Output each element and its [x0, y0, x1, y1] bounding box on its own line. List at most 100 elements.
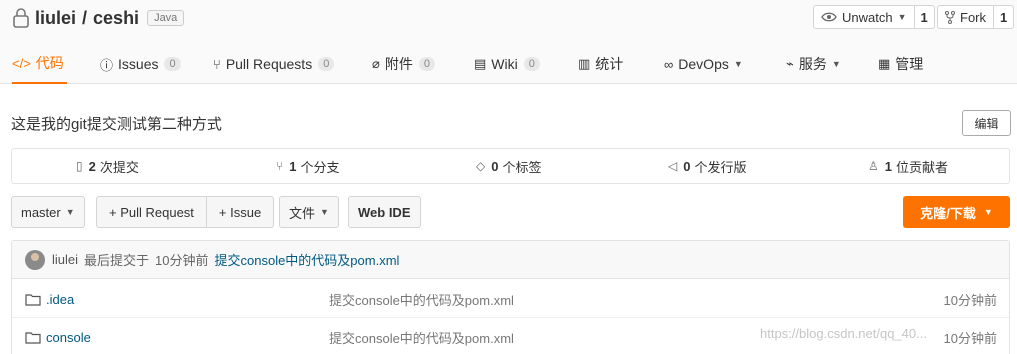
chevron-down-icon: ▼: [983, 207, 993, 217]
commit-message-link[interactable]: 提交console中的代码及pom.xml: [215, 250, 400, 269]
tab-issues-label: Issues: [118, 56, 159, 72]
repo-header: liulei / ceshi Java Unwatch ▼ 1 Fork 1 <…: [0, 0, 1017, 84]
chevron-down-icon: ▼: [320, 207, 329, 217]
unwatch-label: Unwatch: [842, 9, 893, 25]
repo-title: liulei / ceshi Java: [12, 6, 185, 30]
fork-button[interactable]: Fork: [938, 6, 993, 28]
tab-wiki[interactable]: ▤ Wiki 0: [474, 44, 540, 84]
chevron-down-icon: ▼: [831, 59, 841, 69]
repo-separator: /: [82, 7, 88, 28]
stat-commits-count: 2: [88, 158, 96, 174]
stat-contributors-label: 位贡献者: [896, 159, 949, 175]
file-menu-label: 文件: [289, 205, 316, 221]
tab-pull-requests-label: Pull Requests: [225, 56, 313, 72]
repo-name-link[interactable]: ceshi: [93, 8, 139, 29]
file-name-cell[interactable]: console: [25, 318, 91, 354]
commit-icon: ▯: [76, 159, 83, 173]
folder-icon: [25, 331, 41, 344]
clone-download-button[interactable]: 克隆/下载 ▼: [903, 196, 1010, 228]
tag-icon: ◇: [476, 159, 486, 173]
stat-branches[interactable]: ⑂ 1 个分支: [276, 149, 339, 183]
fork-count[interactable]: 1: [993, 6, 1013, 28]
language-badge[interactable]: Java: [147, 10, 185, 26]
devops-icon: ∞: [664, 56, 674, 72]
unwatch-button[interactable]: Unwatch ▼: [814, 6, 914, 28]
chevron-down-icon: ▼: [897, 12, 907, 22]
pull-request-icon: ⑂: [213, 56, 221, 72]
web-ide-button[interactable]: Web IDE: [348, 196, 421, 228]
file-commit-time: 10分钟前: [943, 292, 997, 308]
file-row: .idea 提交console中的代码及pom.xml 10分钟前: [12, 280, 1009, 318]
tab-wiki-label: Wiki: [491, 56, 518, 72]
code-icon: </>: [12, 55, 31, 71]
tab-issues[interactable]: ⓘ Issues 0: [100, 44, 181, 84]
new-pull-request-button[interactable]: + Pull Request: [97, 197, 206, 227]
tab-code[interactable]: </> 代码: [12, 44, 67, 84]
watch-count[interactable]: 1: [913, 6, 934, 28]
chevron-down-icon: ▼: [65, 207, 75, 217]
stat-tags[interactable]: ◇ 0 个标签: [476, 149, 541, 183]
file-commit-message[interactable]: 提交console中的代码及pom.xml: [329, 280, 514, 318]
stat-contributors[interactable]: ♙ 1 位贡献者: [868, 149, 948, 183]
stat-branches-label: 个分支: [300, 159, 340, 175]
tab-manage[interactable]: ▦ 管理: [878, 44, 923, 84]
file-commit-time: 10分钟前: [943, 330, 997, 346]
fork-button-group: Fork 1: [937, 5, 1015, 29]
clone-download-label: 克隆/下载: [920, 205, 976, 221]
stats-icon: ▥: [578, 56, 591, 71]
tab-wiki-count: 0: [523, 57, 540, 71]
stat-releases-count: 0: [683, 158, 691, 174]
stat-commits[interactable]: ▯ 2 次提交: [76, 149, 139, 183]
tab-pull-requests[interactable]: ⑂ Pull Requests 0: [213, 44, 335, 84]
release-icon: ◁: [668, 159, 678, 173]
service-icon: ⌁: [786, 56, 794, 71]
tab-stats-label: 统计: [595, 56, 624, 72]
stat-tags-label: 个标签: [502, 159, 542, 175]
stat-releases[interactable]: ◁ 0 个发行版: [668, 149, 746, 183]
tab-devops-label: DevOps: [678, 56, 729, 72]
watermark: https://blog.csdn.net/qq_40...: [760, 326, 927, 341]
file-name-cell[interactable]: .idea: [25, 280, 74, 318]
folder-icon: [25, 293, 41, 306]
repo-owner-link[interactable]: liulei: [35, 8, 76, 29]
edit-description-button[interactable]: 编辑: [962, 110, 1011, 136]
file-commit-message[interactable]: 提交console中的代码及pom.xml: [329, 318, 514, 354]
tab-issues-count: 0: [164, 57, 181, 71]
file-name[interactable]: console: [46, 330, 91, 345]
fork-label: Fork: [960, 9, 986, 25]
attachment-icon: ⌀: [372, 56, 380, 71]
tab-manage-label: 管理: [895, 56, 924, 72]
tab-attachments[interactable]: ⌀ 附件 0: [372, 44, 435, 84]
chevron-down-icon: ▼: [733, 59, 743, 69]
lock-icon: [13, 8, 29, 28]
tab-pull-requests-count: 0: [318, 57, 335, 71]
eye-icon: [821, 12, 837, 22]
stat-contributors-count: 1: [884, 158, 892, 174]
stat-branches-count: 1: [289, 158, 297, 174]
avatar[interactable]: [25, 249, 45, 270]
repo-description: 这是我的git提交测试第二种方式: [11, 116, 222, 133]
watch-button-group: Unwatch ▼ 1: [813, 5, 935, 29]
branch-icon: ⑂: [276, 159, 284, 173]
commit-author[interactable]: liulei: [52, 252, 78, 267]
new-issue-button[interactable]: + Issue: [205, 197, 273, 227]
tab-attachments-label: 附件: [384, 56, 413, 72]
stat-commits-label: 次提交: [99, 159, 139, 175]
file-menu-button[interactable]: 文件 ▼: [279, 196, 339, 228]
last-commit-row: liulei 最后提交于 10分钟前 提交console中的代码及pom.xml: [12, 241, 1009, 279]
commit-time: 10分钟前: [155, 253, 209, 268]
issue-icon: ⓘ: [100, 57, 114, 73]
tab-services[interactable]: ⌁ 服务 ▼: [786, 44, 841, 84]
file-name[interactable]: .idea: [46, 292, 74, 307]
branch-select[interactable]: master ▼: [11, 196, 85, 228]
tab-stats[interactable]: ▥ 统计: [578, 44, 623, 84]
branch-select-label: master: [21, 204, 61, 220]
new-pr-issue-group: + Pull Request + Issue: [96, 196, 275, 228]
contributors-icon: ♙: [868, 159, 879, 173]
wiki-icon: ▤: [474, 56, 487, 71]
stat-releases-label: 个发行版: [694, 159, 747, 175]
manage-icon: ▦: [878, 56, 891, 71]
tab-devops[interactable]: ∞ DevOps ▼: [664, 44, 743, 84]
tab-code-label: 代码: [35, 55, 64, 71]
commit-prefix: 最后提交于: [84, 253, 150, 268]
